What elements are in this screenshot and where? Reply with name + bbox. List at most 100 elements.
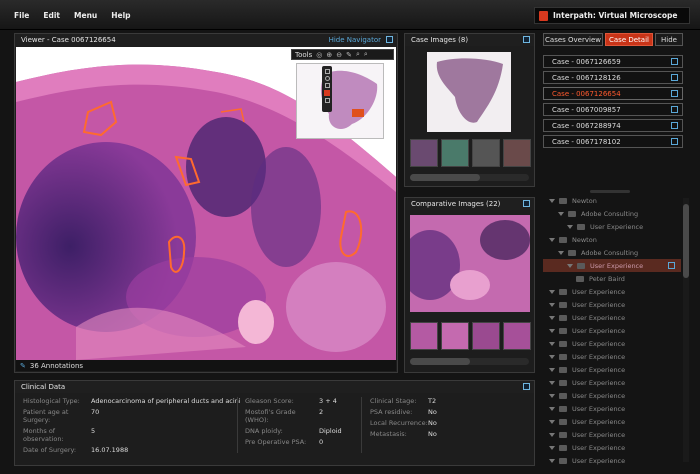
expand-arrow-icon[interactable] — [549, 341, 555, 346]
expand-arrow-icon[interactable] — [549, 328, 555, 333]
expand-arrow-icon[interactable] — [549, 458, 555, 463]
expand-arrow-icon[interactable] — [549, 289, 555, 294]
close-case-icon[interactable] — [671, 138, 678, 145]
expand-arrow-icon[interactable] — [558, 250, 564, 255]
case-thumb[interactable] — [472, 139, 500, 167]
nav-polygon-icon[interactable] — [324, 98, 330, 103]
tree-item[interactable]: User Experience — [543, 376, 681, 389]
tree-item[interactable]: User Experience — [543, 428, 681, 441]
expand-arrow-icon[interactable] — [549, 406, 555, 411]
case-thumb[interactable] — [410, 139, 438, 167]
menu-menu[interactable]: Menu — [74, 11, 97, 20]
tree-item[interactable]: User Experience — [543, 441, 681, 454]
tree-item[interactable]: User Experience — [543, 402, 681, 415]
expand-arrow-icon[interactable] — [549, 445, 555, 450]
expand-arrow-icon[interactable] — [549, 198, 555, 203]
tree-item[interactable]: User Experience — [543, 415, 681, 428]
comparative-scrollbar[interactable] — [410, 358, 529, 365]
case-images-scrollbar[interactable] — [410, 174, 529, 181]
case-images-maximize-icon[interactable] — [523, 36, 530, 43]
tool-measure-icon[interactable]: ⌕ — [364, 50, 368, 59]
tree-item[interactable]: Adobe Consulting — [543, 207, 681, 220]
case-item[interactable]: Case - 0067128126 — [543, 71, 683, 84]
close-case-icon[interactable] — [671, 122, 678, 129]
tree-item[interactable]: User Experience — [543, 259, 681, 272]
menu-help[interactable]: Help — [111, 11, 130, 20]
expand-arrow-icon[interactable] — [549, 315, 555, 320]
case-image-main[interactable] — [427, 52, 511, 132]
tree-item[interactable]: User Experience — [543, 454, 681, 466]
tree-item[interactable]: Newton — [543, 194, 681, 207]
tree-item[interactable]: User Experience — [543, 363, 681, 376]
tool-hand-icon[interactable]: ◎ — [316, 51, 322, 59]
expand-arrow-icon[interactable] — [549, 419, 555, 424]
comparative-image-main[interactable] — [410, 215, 530, 312]
annotations-count[interactable]: 36 Annotations — [30, 362, 83, 370]
expand-arrow-icon[interactable] — [549, 432, 555, 437]
tree-item[interactable]: User Experience — [543, 324, 681, 337]
menu-edit[interactable]: Edit — [43, 11, 60, 20]
tool-search-icon[interactable]: ⌕ — [356, 50, 360, 59]
nav-active-tool-icon[interactable] — [324, 90, 330, 96]
navigator-thumbnail[interactable] — [296, 63, 384, 139]
tab-cases-overview[interactable]: Cases Overview — [543, 33, 603, 46]
sidebar-splitter[interactable] — [590, 190, 630, 193]
case-images-scroll-handle[interactable] — [410, 174, 480, 181]
expand-arrow-icon[interactable] — [558, 211, 564, 216]
expand-arrow-icon[interactable] — [549, 380, 555, 385]
comparative-thumb[interactable] — [472, 322, 500, 350]
clinical-maximize-icon[interactable] — [523, 383, 530, 390]
case-thumb[interactable] — [441, 139, 469, 167]
close-case-icon[interactable] — [671, 58, 678, 65]
nav-rect-icon[interactable] — [324, 83, 330, 88]
tool-zoom-out-icon[interactable]: ⊖ — [336, 51, 342, 59]
expand-arrow-icon[interactable] — [567, 224, 573, 229]
comparative-thumb[interactable] — [503, 322, 531, 350]
slide-image[interactable]: Tools ◎ ⊕ ⊖ ✎ ⌕ ⌕ — [16, 47, 396, 360]
case-item[interactable]: Case - 0067126659 — [543, 55, 683, 68]
nav-circle-icon[interactable] — [324, 76, 330, 81]
tree-item[interactable]: Newton — [543, 233, 681, 246]
add-icon[interactable] — [668, 262, 675, 269]
viewer-maximize-icon[interactable] — [386, 36, 393, 43]
tree-item[interactable]: User Experience — [543, 311, 681, 324]
expand-arrow-icon[interactable] — [567, 263, 573, 268]
close-case-icon[interactable] — [671, 74, 678, 81]
nav-square-icon[interactable] — [324, 69, 330, 74]
comparative-thumb[interactable] — [410, 322, 438, 350]
tree-item[interactable]: User Experience — [543, 298, 681, 311]
tree-scrollbar[interactable] — [683, 198, 689, 462]
tool-pen-icon[interactable]: ✎ — [346, 51, 352, 59]
tree-item-label: Newton — [572, 196, 597, 205]
tree-item[interactable]: Peter Baird — [543, 272, 681, 285]
case-item-active[interactable]: Case - 0067126654 — [543, 87, 683, 100]
case-item[interactable]: Case - 0067288974 — [543, 119, 683, 132]
hide-navigator-link[interactable]: Hide Navigator — [329, 36, 381, 44]
tree-item[interactable]: Adobe Consulting — [543, 246, 681, 259]
tools-toolbar: Tools ◎ ⊕ ⊖ ✎ ⌕ ⌕ — [291, 49, 394, 60]
tree-item[interactable]: User Experience — [543, 337, 681, 350]
case-item[interactable]: Case - 0067009857 — [543, 103, 683, 116]
expand-arrow-icon[interactable] — [549, 354, 555, 359]
case-thumb[interactable] — [503, 139, 531, 167]
close-case-icon[interactable] — [671, 90, 678, 97]
tree-item[interactable]: User Experience — [543, 389, 681, 402]
comparative-maximize-icon[interactable] — [523, 200, 530, 207]
annotation-pen-icon[interactable]: ✎ — [20, 362, 26, 370]
tree-item[interactable]: User Experience — [543, 220, 681, 233]
tab-hide[interactable]: Hide — [655, 33, 683, 46]
menu-file[interactable]: File — [14, 11, 29, 20]
tool-zoom-in-icon[interactable]: ⊕ — [326, 51, 332, 59]
expand-arrow-icon[interactable] — [549, 367, 555, 372]
expand-arrow-icon[interactable] — [549, 393, 555, 398]
tree-item[interactable]: User Experience — [543, 350, 681, 363]
comparative-thumb[interactable] — [441, 322, 469, 350]
expand-arrow-icon[interactable] — [549, 302, 555, 307]
close-case-icon[interactable] — [671, 106, 678, 113]
tree-item[interactable]: User Experience — [543, 285, 681, 298]
tab-case-detail[interactable]: Case Detail — [605, 33, 653, 46]
case-item[interactable]: Case - 0067178102 — [543, 135, 683, 148]
tree-scroll-handle[interactable] — [683, 204, 689, 278]
expand-arrow-icon[interactable] — [549, 237, 555, 242]
comparative-scroll-handle[interactable] — [410, 358, 470, 365]
